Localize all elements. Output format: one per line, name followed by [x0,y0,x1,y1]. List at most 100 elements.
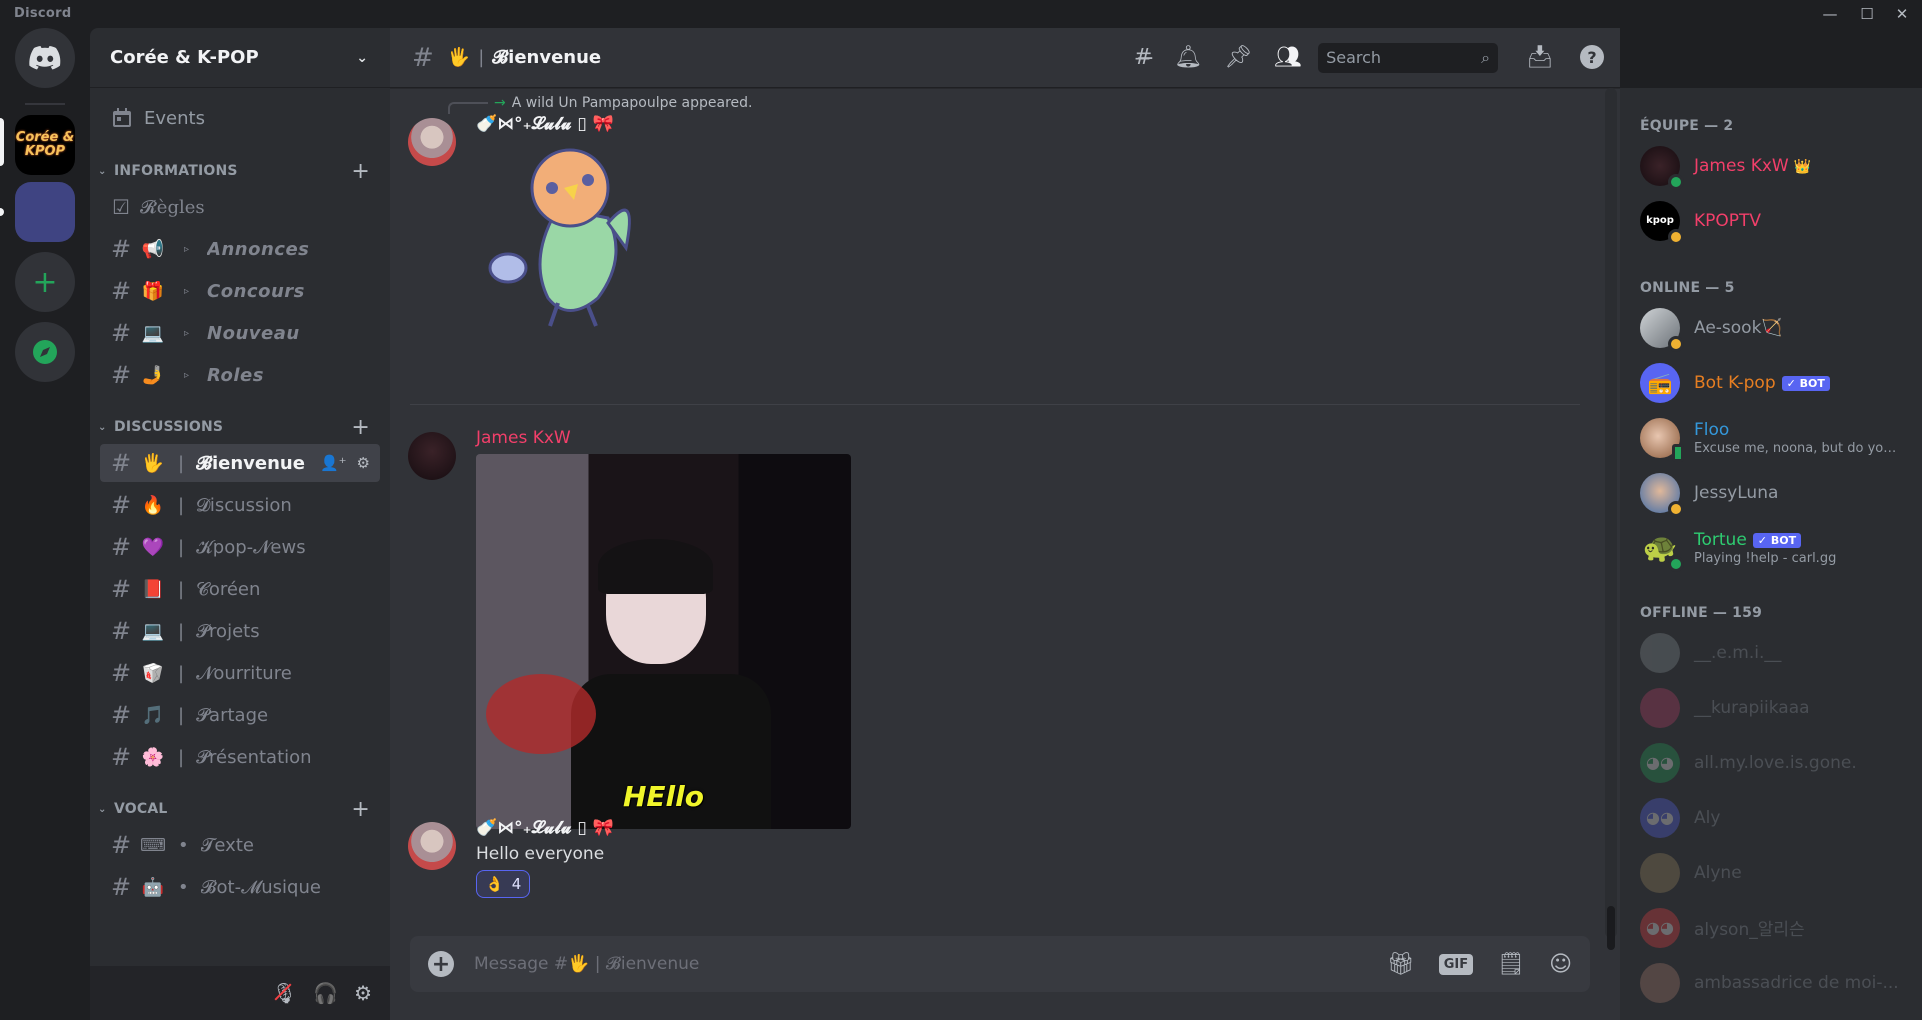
headphones-icon[interactable]: 🎧 [313,981,338,1005]
message-author[interactable]: 🍼⋈°₊𝓛𝓾𝓵𝓾 ▯ 🎀 [476,818,614,838]
member-item[interactable]: kpop KPOPTV [1620,193,1922,248]
channel-bienvenue[interactable]: # 🖐 | 𝓑ienvenue 👤⁺ ⚙ [100,444,380,482]
channel-nouveau[interactable]: # 💻 ▹ Nouveau [100,314,380,352]
search-input[interactable]: Search ⌕ [1318,42,1499,73]
member-item[interactable]: JessyLuna [1620,465,1922,520]
scrollbar-thumb[interactable] [1607,906,1615,950]
category-informations[interactable]: ⌄ INFORMATIONS + [90,156,390,186]
channel-partage[interactable]: # 🎵 | 𝓟artage [100,696,380,734]
hash-icon: # [110,491,132,519]
emoji-icon[interactable]: ☺ [1549,952,1572,977]
member-item[interactable]: James KxW 👑 [1620,138,1922,193]
avatar [1640,472,1684,517]
channel-projets[interactable]: # 💻 | 𝓟rojets [100,612,380,650]
member-item[interactable]: Alyne [1620,845,1922,900]
maximize-button[interactable]: ☐ [1855,4,1879,24]
hash-icon: # [110,659,132,687]
bell-icon[interactable]: 🔔︎ [1174,45,1202,70]
member-item[interactable]: 🐢 Tortue ✓ BOT Playing !help - carl.gg [1620,520,1922,575]
create-channel-button[interactable]: + [351,415,370,440]
waving-hand-icon: 🖐 [447,47,471,68]
avatar[interactable] [408,432,456,480]
avatar[interactable] [408,822,456,870]
member-item[interactable]: __kurapiikaaa [1620,680,1922,735]
mic-muted-icon[interactable]: 🎙 [272,981,297,1005]
server-header[interactable]: Corée & K-POP ⌄ [90,28,390,88]
member-item[interactable]: ◕◕ alyson_알리슨 [1620,900,1922,955]
create-channel-button[interactable]: + [351,159,370,184]
waving-hand-icon: 🖐 [141,452,165,474]
rail-separator [25,103,65,105]
title-bar: Discord — ☐ ✕ [0,0,1922,28]
home-button[interactable] [15,28,75,88]
avatar: 📻 [1640,362,1680,403]
member-item[interactable]: ambassadrice de moi-... [1620,955,1922,1010]
chevron-down-icon: ⌄ [356,49,368,66]
channel-roles[interactable]: # 🤳 ▹ Roles [100,356,380,394]
gift-icon[interactable]: 🎁︎ [1387,952,1415,977]
events-item[interactable]: Events [98,98,382,138]
hash-icon: # [110,235,132,263]
megaphone-icon: 📢 [141,238,165,260]
member-item[interactable]: Floo Excuse me, noona, but do you ... [1620,410,1922,465]
robot-icon: 🤖 [141,876,165,898]
channel-coreen[interactable]: # 📕 | 𝓒oréen [100,570,380,608]
discord-logo-icon: ◕◕ [1646,808,1674,827]
category-discussions[interactable]: ⌄ DISCUSSIONS + [90,412,390,442]
member-item[interactable]: 📻 Bot K-pop ✓ BOT [1620,355,1922,410]
inbox-icon[interactable]: 📥︎ [1526,45,1554,70]
help-icon[interactable]: ? [1580,45,1604,69]
member-item[interactable]: ◕◕ all.my.love.is.gone. [1620,735,1922,790]
add-server-button[interactable]: + [15,252,75,312]
server-folder[interactable] [15,182,75,242]
channel-texte[interactable]: # ⌨ • 𝓣exte [100,826,380,864]
system-reply: → A wild Un Pampapoulpe appeared. [448,92,753,114]
message-input[interactable] [474,954,1387,974]
crown-icon: 👑 [1793,158,1812,175]
avatar[interactable] [408,118,456,166]
gear-icon[interactable]: ⚙ [357,454,370,472]
reaction-button[interactable]: 👌 4 [476,870,531,898]
gif-button[interactable]: GIF [1438,953,1474,975]
channel-regles[interactable]: ☑ 𝓡ègles [100,188,380,226]
close-button[interactable]: ✕ [1890,4,1914,24]
minimize-button[interactable]: — [1818,4,1842,24]
channel-presentation[interactable]: # 🌸 | 𝓟résentation [100,738,380,776]
member-item[interactable]: Ae-sook🏹 [1620,300,1922,355]
message-author[interactable]: 🍼⋈°₊𝓛𝓾𝓵𝓾 ▯ 🎀 [476,114,614,134]
channel-concours[interactable]: # 🎁 ▹ Concours [100,272,380,310]
red-book-icon: 📕 [141,578,165,600]
gear-icon[interactable]: ⚙ [354,981,372,1005]
invite-icon[interactable]: 👤⁺ [320,454,347,472]
create-channel-button[interactable]: + [351,797,370,822]
message: 🍼⋈°₊𝓛𝓾𝓵𝓾 ▯ 🎀 Hello everyone 👌 4 [408,818,1588,918]
chevron-down-icon: ⌄ [98,803,107,815]
threads-icon[interactable]: #̶ [1134,45,1152,70]
hash-icon: # [412,42,434,73]
member-item[interactable]: __.e.m.i.__ [1620,625,1922,680]
laptop-icon: 💻 [141,322,165,344]
sticker-icon[interactable]: 🗒︎ [1497,952,1525,977]
server-name: Corée & K-POP [110,47,259,68]
channel-annonces[interactable]: # 📢 ▹ Annonces [100,230,380,268]
message: James KxW HEllo [408,426,1588,829]
member-list-icon[interactable]: 👥︎ [1274,45,1302,70]
discord-logo-icon: ◕◕ [1646,918,1674,937]
channel-nourriture[interactable]: # 🥡 | 𝓝ourriture [100,654,380,692]
channel-title: 🖐 | 𝓑ienvenue [447,47,602,68]
channel-bot-musique[interactable]: # 🤖 • 𝓑ot-𝓜usique [100,868,380,906]
pin-icon[interactable]: 📌︎ [1224,45,1252,70]
cherry-blossom-icon: 🌸 [141,746,165,768]
channel-kpop-news[interactable]: # 💜 | 𝓚pop-𝓝ews [100,528,380,566]
member-item[interactable]: ◕◕ Aly [1620,790,1922,845]
avatar [1640,145,1684,190]
sticker-parrot[interactable] [488,148,648,333]
category-vocal[interactable]: ⌄ VOCAL + [90,794,390,824]
gif-attachment[interactable]: HEllo [476,454,851,829]
message-author[interactable]: James KxW [476,428,571,448]
server-coree-kpop[interactable]: Corée & KPOP [15,115,75,175]
scrollbar[interactable] [1605,88,1617,950]
channel-discussion[interactable]: # 🔥 | 𝓓iscussion [100,486,380,524]
upload-button[interactable]: + [428,951,454,977]
explore-button[interactable] [15,322,75,382]
